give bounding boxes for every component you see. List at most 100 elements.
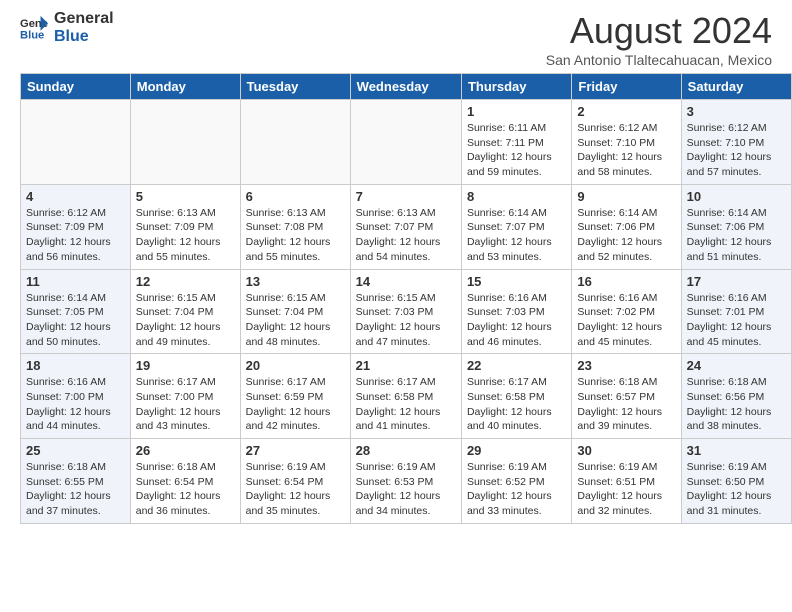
day-number: 24	[687, 358, 786, 373]
day-info: Sunrise: 6:14 AM Sunset: 7:06 PM Dayligh…	[577, 206, 675, 265]
day-info: Sunrise: 6:18 AM Sunset: 6:56 PM Dayligh…	[687, 375, 786, 434]
location-subtitle: San Antonio Tlaltecahuacan, Mexico	[546, 52, 772, 68]
day-info: Sunrise: 6:17 AM Sunset: 7:00 PM Dayligh…	[136, 375, 235, 434]
day-info: Sunrise: 6:18 AM Sunset: 6:55 PM Dayligh…	[26, 460, 125, 519]
col-tuesday: Tuesday	[240, 74, 350, 100]
calendar-cell: 25 Sunrise: 6:18 AM Sunset: 6:55 PM Dayli…	[21, 439, 131, 524]
day-number: 10	[687, 189, 786, 204]
calendar-cell: 13Sunrise: 6:15 AM Sunset: 7:04 PM Dayli…	[240, 269, 350, 354]
calendar-cell	[21, 100, 131, 185]
day-info: Sunrise: 6:17 AM Sunset: 6:59 PM Dayligh…	[246, 375, 345, 434]
calendar-cell: 19 Sunrise: 6:17 AM Sunset: 7:00 PM Dayli…	[130, 354, 240, 439]
day-info: Sunrise: 6:15 AM Sunset: 7:03 PM Dayligh…	[356, 291, 456, 350]
day-info: Sunrise: 6:15 AM Sunset: 7:04 PM Dayligh…	[136, 291, 235, 350]
calendar-table: Sunday Monday Tuesday Wednesday Thursday…	[20, 73, 792, 524]
calendar-cell: 1 Sunrise: 6:11 AM Sunset: 7:11 PM Daylig…	[461, 100, 571, 185]
day-number: 26	[136, 443, 235, 458]
calendar-week-row: 18 Sunrise: 6:16 AM Sunset: 7:00 PM Dayli…	[21, 354, 792, 439]
day-number: 16	[577, 274, 675, 289]
day-info: Sunrise: 6:11 AM Sunset: 7:11 PM Dayligh…	[467, 121, 566, 180]
month-year-title: August 2024	[546, 10, 772, 52]
day-info: Sunrise: 6:12 AM Sunset: 7:10 PM Dayligh…	[687, 121, 786, 180]
day-number: 14	[356, 274, 456, 289]
calendar-cell: 29 Sunrise: 6:19 AM Sunset: 6:52 PM Dayli…	[461, 439, 571, 524]
day-number: 23	[577, 358, 675, 373]
day-number: 7	[356, 189, 456, 204]
day-info: Sunrise: 6:15 AM Sunset: 7:04 PM Dayligh…	[246, 291, 345, 350]
day-number: 6	[246, 189, 345, 204]
col-monday: Monday	[130, 74, 240, 100]
calendar-cell: 27 Sunrise: 6:19 AM Sunset: 6:54 PM Dayli…	[240, 439, 350, 524]
day-number: 12	[136, 274, 235, 289]
day-info: Sunrise: 6:19 AM Sunset: 6:50 PM Dayligh…	[687, 460, 786, 519]
title-area: August 2024 San Antonio Tlaltecahuacan, …	[546, 10, 772, 68]
day-number: 5	[136, 189, 235, 204]
calendar-cell: 10 Sunrise: 6:14 AM Sunset: 7:06 PM Dayli…	[681, 184, 791, 269]
calendar-cell: 31 Sunrise: 6:19 AM Sunset: 6:50 PM Dayli…	[681, 439, 791, 524]
calendar-cell: 30Sunrise: 6:19 AM Sunset: 6:51 PM Dayli…	[572, 439, 681, 524]
calendar-cell: 24 Sunrise: 6:18 AM Sunset: 6:56 PM Dayli…	[681, 354, 791, 439]
calendar-cell: 15 Sunrise: 6:16 AM Sunset: 7:03 PM Dayli…	[461, 269, 571, 354]
calendar-cell	[130, 100, 240, 185]
col-thursday: Thursday	[461, 74, 571, 100]
calendar-cell: 21 Sunrise: 6:17 AM Sunset: 6:58 PM Dayli…	[350, 354, 461, 439]
calendar-cell: 12 Sunrise: 6:15 AM Sunset: 7:04 PM Dayli…	[130, 269, 240, 354]
calendar-week-row: 25 Sunrise: 6:18 AM Sunset: 6:55 PM Dayli…	[21, 439, 792, 524]
day-number: 20	[246, 358, 345, 373]
svg-text:Blue: Blue	[20, 29, 44, 41]
day-info: Sunrise: 6:14 AM Sunset: 7:06 PM Dayligh…	[687, 206, 786, 265]
day-info: Sunrise: 6:19 AM Sunset: 6:53 PM Dayligh…	[356, 460, 456, 519]
day-number: 17	[687, 274, 786, 289]
calendar-week-row: 1 Sunrise: 6:11 AM Sunset: 7:11 PM Daylig…	[21, 100, 792, 185]
calendar-week-row: 4 Sunrise: 6:12 AM Sunset: 7:09 PM Daylig…	[21, 184, 792, 269]
col-saturday: Saturday	[681, 74, 791, 100]
day-number: 31	[687, 443, 786, 458]
calendar-cell: 7Sunrise: 6:13 AM Sunset: 7:07 PM Daylig…	[350, 184, 461, 269]
calendar-cell: 2 Sunrise: 6:12 AM Sunset: 7:10 PM Daylig…	[572, 100, 681, 185]
day-number: 29	[467, 443, 566, 458]
day-info: Sunrise: 6:14 AM Sunset: 7:07 PM Dayligh…	[467, 206, 566, 265]
day-info: Sunrise: 6:16 AM Sunset: 7:01 PM Dayligh…	[687, 291, 786, 350]
day-info: Sunrise: 6:12 AM Sunset: 7:09 PM Dayligh…	[26, 206, 125, 265]
day-number: 18	[26, 358, 125, 373]
day-info: Sunrise: 6:16 AM Sunset: 7:02 PM Dayligh…	[577, 291, 675, 350]
calendar-header-row: Sunday Monday Tuesday Wednesday Thursday…	[21, 74, 792, 100]
day-number: 25	[26, 443, 125, 458]
day-number: 21	[356, 358, 456, 373]
day-info: Sunrise: 6:13 AM Sunset: 7:09 PM Dayligh…	[136, 206, 235, 265]
calendar-wrap: Sunday Monday Tuesday Wednesday Thursday…	[0, 73, 792, 534]
day-number: 22	[467, 358, 566, 373]
day-info: Sunrise: 6:16 AM Sunset: 7:03 PM Dayligh…	[467, 291, 566, 350]
calendar-cell: 4 Sunrise: 6:12 AM Sunset: 7:09 PM Daylig…	[21, 184, 131, 269]
day-number: 27	[246, 443, 345, 458]
day-number: 4	[26, 189, 125, 204]
day-number: 15	[467, 274, 566, 289]
calendar-cell: 6 Sunrise: 6:13 AM Sunset: 7:08 PM Daylig…	[240, 184, 350, 269]
calendar-cell	[240, 100, 350, 185]
logo-icon: General Blue	[20, 14, 48, 42]
calendar-cell: 22 Sunrise: 6:17 AM Sunset: 6:58 PM Dayli…	[461, 354, 571, 439]
calendar-cell: 5 Sunrise: 6:13 AM Sunset: 7:09 PM Daylig…	[130, 184, 240, 269]
logo: General Blue General Blue	[20, 10, 114, 45]
logo-blue-text: Blue	[54, 28, 114, 46]
day-info: Sunrise: 6:19 AM Sunset: 6:52 PM Dayligh…	[467, 460, 566, 519]
calendar-cell: 26 Sunrise: 6:18 AM Sunset: 6:54 PM Dayli…	[130, 439, 240, 524]
calendar-cell: 17 Sunrise: 6:16 AM Sunset: 7:01 PM Dayli…	[681, 269, 791, 354]
calendar-cell: 3Sunrise: 6:12 AM Sunset: 7:10 PM Daylig…	[681, 100, 791, 185]
day-info: Sunrise: 6:12 AM Sunset: 7:10 PM Dayligh…	[577, 121, 675, 180]
day-info: Sunrise: 6:19 AM Sunset: 6:54 PM Dayligh…	[246, 460, 345, 519]
day-number: 2	[577, 104, 675, 119]
day-number: 19	[136, 358, 235, 373]
calendar-cell: 8Sunrise: 6:14 AM Sunset: 7:07 PM Daylig…	[461, 184, 571, 269]
day-info: Sunrise: 6:18 AM Sunset: 6:54 PM Dayligh…	[136, 460, 235, 519]
day-info: Sunrise: 6:13 AM Sunset: 7:08 PM Dayligh…	[246, 206, 345, 265]
day-info: Sunrise: 6:18 AM Sunset: 6:57 PM Dayligh…	[577, 375, 675, 434]
day-number: 9	[577, 189, 675, 204]
day-info: Sunrise: 6:17 AM Sunset: 6:58 PM Dayligh…	[467, 375, 566, 434]
day-number: 1	[467, 104, 566, 119]
day-info: Sunrise: 6:16 AM Sunset: 7:00 PM Dayligh…	[26, 375, 125, 434]
calendar-cell	[350, 100, 461, 185]
day-info: Sunrise: 6:17 AM Sunset: 6:58 PM Dayligh…	[356, 375, 456, 434]
calendar-cell: 18 Sunrise: 6:16 AM Sunset: 7:00 PM Dayli…	[21, 354, 131, 439]
calendar-cell: 28Sunrise: 6:19 AM Sunset: 6:53 PM Dayli…	[350, 439, 461, 524]
